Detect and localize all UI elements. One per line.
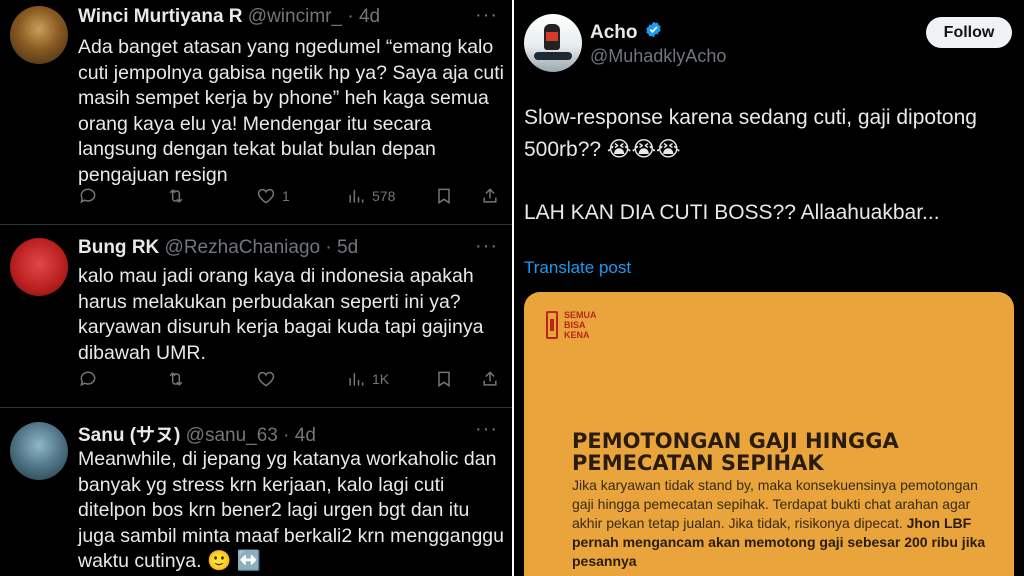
views-button[interactable]: 578: [346, 186, 395, 206]
bookmark-icon: [438, 188, 450, 205]
avatar[interactable]: [10, 238, 68, 296]
reply-text: kalo mau jadi orang kaya di indonesia ap…: [78, 265, 484, 364]
media-body: Jika karyawan tidak stand by, maka konse…: [572, 476, 1002, 571]
reply-item[interactable]: Sanu (サヌ) @sanu_63 · 4d ··· Meanwhile, d…: [0, 408, 512, 576]
author-name-row[interactable]: Acho: [590, 20, 663, 45]
author-handle[interactable]: @wincimr_: [248, 6, 342, 27]
views-icon: [349, 190, 364, 203]
avatar[interactable]: [524, 14, 582, 72]
post-time[interactable]: 5d: [337, 237, 358, 258]
reply-icon: [80, 188, 96, 204]
views-count: 1K: [372, 371, 390, 387]
reply-item[interactable]: Bung RK @RezhaChaniago · 5d ··· kalo mau…: [0, 225, 512, 408]
post-time[interactable]: 4d: [295, 425, 316, 446]
reply-text: Meanwhile, di jepang yg katanya workahol…: [78, 448, 504, 572]
author-name[interactable]: Winci Murtiyana R: [78, 6, 243, 27]
like-count: 1: [282, 188, 290, 204]
bookmark-button[interactable]: [434, 186, 454, 206]
share-icon: [483, 371, 497, 386]
heart-icon: [257, 371, 275, 387]
author-name[interactable]: Sanu (サヌ): [78, 425, 180, 446]
reply-header: Bung RK @RezhaChaniago · 5d: [78, 237, 358, 259]
share-button[interactable]: [480, 186, 500, 206]
media-title: PEMOTONGAN GAJI HINGGA PEMECATAN SEPIHAK: [572, 429, 899, 475]
author-handle[interactable]: @MuhadklyAcho: [590, 46, 726, 67]
share-icon: [483, 188, 497, 203]
separator-dot: ·: [325, 237, 332, 258]
post-media-image[interactable]: SEMUA BISA KENA PEMOTONGAN GAJI HINGGA P…: [524, 292, 1014, 576]
author-handle[interactable]: @RezhaChaniago: [165, 237, 321, 258]
avatar[interactable]: [10, 422, 68, 480]
reply-button[interactable]: [78, 186, 98, 206]
author-name[interactable]: Acho: [590, 22, 638, 44]
views-icon: [349, 373, 364, 386]
reply-item[interactable]: Winci Murtiyana R @wincimr_ · 4d ··· Ada…: [0, 0, 512, 225]
brand-name: SEMUA BISA KENA: [564, 310, 597, 340]
bookmark-icon: [438, 371, 450, 388]
translate-link[interactable]: Translate post: [524, 258, 631, 278]
reply-header: Winci Murtiyana R @wincimr_ · 4d: [78, 6, 380, 28]
repost-button[interactable]: [166, 186, 186, 206]
post-time[interactable]: 4d: [359, 6, 380, 27]
heart-icon: [257, 188, 275, 204]
avatar[interactable]: [10, 6, 68, 64]
repost-icon: [169, 189, 183, 203]
logo-icon: [546, 311, 558, 339]
share-button[interactable]: [480, 369, 500, 389]
action-bar: 1 578: [78, 186, 502, 210]
reply-button[interactable]: [78, 369, 98, 389]
repost-icon: [169, 372, 183, 386]
separator-dot: ·: [347, 6, 354, 27]
separator-dot: ·: [283, 425, 290, 446]
brand-logo: SEMUA BISA KENA: [546, 310, 604, 340]
more-icon[interactable]: ···: [475, 4, 498, 27]
like-button[interactable]: [256, 369, 282, 389]
post-text-line: LAH KAN DIA CUTI BOSS?? Allaahuakbar...: [524, 201, 940, 224]
more-icon[interactable]: ···: [475, 418, 498, 441]
reply-text: Ada banget atasan yang ngedumel “emang k…: [78, 36, 505, 186]
bookmark-button[interactable]: [434, 369, 454, 389]
views-button[interactable]: 1K: [346, 369, 389, 389]
post-text-line: 500rb?? 😭😭😭: [524, 138, 681, 161]
verified-badge-icon: [644, 20, 663, 45]
post-text-line: Slow-response karena sedang cuti, gaji d…: [524, 106, 977, 129]
reply-icon: [80, 371, 96, 387]
reply-header: Sanu (サヌ) @sanu_63 · 4d: [78, 420, 316, 447]
repost-button[interactable]: [166, 369, 186, 389]
main-post: Acho @MuhadklyAcho Follow Slow-response …: [514, 0, 1024, 576]
author-name[interactable]: Bung RK: [78, 237, 159, 258]
like-button[interactable]: 1: [256, 186, 290, 206]
views-count: 578: [372, 188, 396, 204]
action-bar: 1K: [78, 369, 502, 393]
replies-column: Winci Murtiyana R @wincimr_ · 4d ··· Ada…: [0, 0, 512, 576]
follow-button[interactable]: Follow: [926, 17, 1012, 48]
more-icon[interactable]: ···: [475, 235, 498, 258]
author-handle[interactable]: @sanu_63: [186, 425, 278, 446]
